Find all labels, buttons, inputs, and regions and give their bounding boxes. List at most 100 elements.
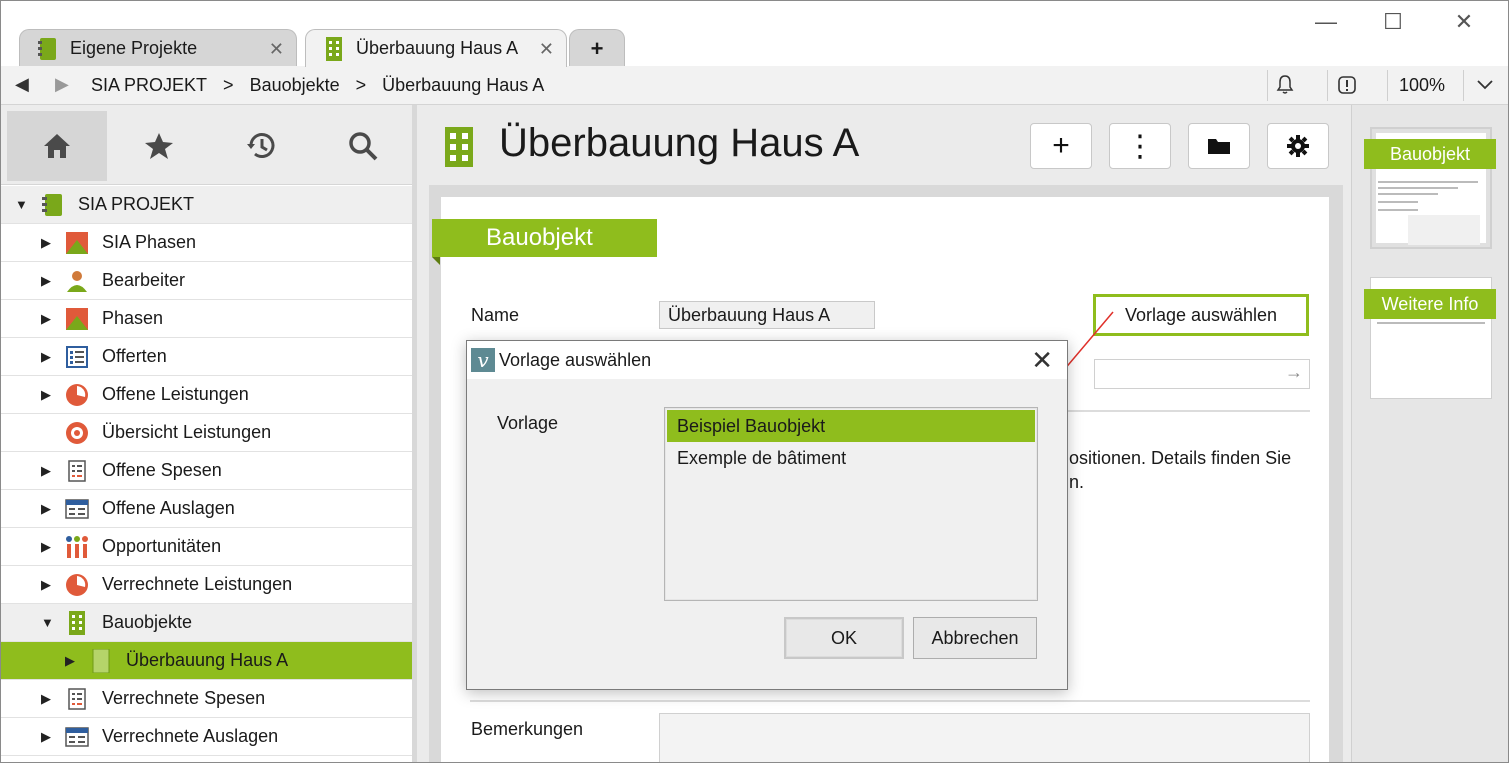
more-options-button[interactable]: ⋮ xyxy=(1109,123,1171,169)
caret-collapsed-icon[interactable]: ▶ xyxy=(41,691,51,707)
caret-expanded-icon[interactable]: ▼ xyxy=(41,615,54,630)
tree-item-phasen[interactable]: ▶ Phasen xyxy=(1,300,412,338)
sidebar: ▼ SIA PROJEKT ▶ SIA Phasen ▶ Bearbeiter … xyxy=(1,105,417,762)
caret-collapsed-icon[interactable]: ▶ xyxy=(41,311,51,327)
forward-button[interactable]: ▶ xyxy=(55,74,69,95)
remarks-label: Bemerkungen xyxy=(471,719,584,739)
new-tab-button[interactable]: + xyxy=(569,29,625,67)
tree-item-offerten[interactable]: ▶ Offerten xyxy=(1,338,412,376)
tree-item-verrechnete-spesen[interactable]: ▶ Verrechnete Spesen xyxy=(1,680,412,718)
ok-button[interactable]: OK xyxy=(784,617,904,659)
link-field[interactable]: → xyxy=(1094,359,1310,389)
alert-icon[interactable] xyxy=(1332,73,1362,97)
caret-collapsed-icon[interactable]: ▶ xyxy=(41,539,51,555)
close-window-button[interactable]: ✕ xyxy=(1444,9,1484,35)
thumb-line xyxy=(1378,193,1438,195)
caret-collapsed-icon[interactable]: ▶ xyxy=(41,273,51,289)
list-item[interactable]: Exemple de bâtiment xyxy=(667,442,1035,474)
thumb-line xyxy=(1378,181,1478,183)
tree-item-verrechnete-auslagen[interactable]: ▶ Verrechnete Auslagen xyxy=(1,718,412,756)
description-text: ositionen. Details finden Sie xyxy=(1069,448,1292,468)
caret-collapsed-icon[interactable]: ▶ xyxy=(41,387,51,403)
tree-label: Verrechnete Auslagen xyxy=(102,726,279,746)
name-field[interactable]: Überbauung Haus A xyxy=(659,301,875,329)
preview-panel: Bauobjekt Weitere Info xyxy=(1351,105,1508,762)
tree-item-sia-phasen[interactable]: ▶ SIA Phasen xyxy=(1,224,412,262)
tree-label: Offene Spesen xyxy=(102,460,222,480)
pie-chart-icon xyxy=(65,383,89,407)
minimize-button[interactable]: — xyxy=(1306,9,1346,35)
thumb-line xyxy=(1377,322,1485,324)
project-book-icon xyxy=(38,37,58,61)
caret-collapsed-icon[interactable]: ▶ xyxy=(65,653,75,669)
dialog-titlebar: v Vorlage auswählen ✕ xyxy=(467,341,1067,379)
back-button[interactable]: ◀ xyxy=(15,74,29,95)
search-icon xyxy=(349,132,378,161)
tree-item-bauobjekte[interactable]: ▼ Bauobjekte xyxy=(1,604,412,642)
app-logo-icon: v xyxy=(471,348,495,372)
tree-root-sia-projekt[interactable]: ▼ SIA PROJEKT xyxy=(1,186,412,224)
thumb-line xyxy=(1378,187,1458,189)
close-tab-icon[interactable]: ✕ xyxy=(539,39,554,60)
settings-button[interactable] xyxy=(1267,123,1329,169)
list-item[interactable]: Beispiel Bauobjekt xyxy=(667,410,1035,442)
tree-item-verrechnete-leistungen[interactable]: ▶ Verrechnete Leistungen xyxy=(1,566,412,604)
caret-collapsed-icon[interactable]: ▶ xyxy=(41,729,51,745)
tree-label: Opportunitäten xyxy=(102,536,222,556)
caret-collapsed-icon[interactable]: ▶ xyxy=(41,501,51,517)
search-tab[interactable] xyxy=(313,111,413,181)
caret-collapsed-icon[interactable]: ▶ xyxy=(41,577,51,593)
arrow-right-icon[interactable]: → xyxy=(1285,362,1303,383)
tree-label: Offerten xyxy=(102,346,167,366)
cancel-button[interactable]: Abbrechen xyxy=(913,617,1037,659)
favorites-tab[interactable] xyxy=(109,111,209,181)
caret-expanded-icon[interactable]: ▼ xyxy=(15,197,28,212)
building-icon xyxy=(89,648,113,673)
folder-button[interactable] xyxy=(1188,123,1250,169)
building-icon xyxy=(65,610,89,635)
sidebar-tabs xyxy=(1,105,412,185)
bell-icon[interactable] xyxy=(1270,73,1300,97)
tree-label: SIA PROJEKT xyxy=(78,194,195,214)
close-dialog-button[interactable]: ✕ xyxy=(1031,345,1053,376)
caret-collapsed-icon[interactable]: ▶ xyxy=(41,349,51,365)
chevron-down-icon[interactable] xyxy=(1470,73,1500,97)
invoice-icon xyxy=(65,497,89,521)
tree-label: SIA Phasen xyxy=(102,232,197,252)
tree-item-offene-auslagen[interactable]: ▶ Offene Auslagen xyxy=(1,490,412,528)
breadcrumb-item[interactable]: Überbauung Haus A xyxy=(382,75,544,96)
preview-label-bauobjekt[interactable]: Bauobjekt xyxy=(1364,139,1496,169)
history-tab[interactable] xyxy=(211,111,311,181)
template-listbox[interactable]: Beispiel Bauobjekt Exemple de bâtiment xyxy=(664,407,1038,601)
tree-item-opportunitaeten[interactable]: ▶ Opportunitäten xyxy=(1,528,412,566)
receipt-icon xyxy=(65,687,89,711)
select-template-button[interactable]: Vorlage auswählen xyxy=(1093,294,1309,336)
tree-item-offene-leistungen[interactable]: ▶ Offene Leistungen xyxy=(1,376,412,414)
home-tab[interactable] xyxy=(7,111,107,181)
breadcrumb-separator: > xyxy=(355,75,367,95)
home-icon xyxy=(44,134,70,158)
tab-ueberbauung-haus-a[interactable]: Überbauung Haus A ✕ xyxy=(305,29,567,67)
add-button[interactable]: + xyxy=(1030,123,1092,169)
zoom-level[interactable]: 100% xyxy=(1399,75,1445,96)
close-tab-icon[interactable]: ✕ xyxy=(269,39,284,60)
star-icon xyxy=(145,133,173,159)
caret-collapsed-icon[interactable]: ▶ xyxy=(41,463,51,479)
divider xyxy=(1463,70,1464,101)
maximize-button[interactable]: ☐ xyxy=(1373,9,1413,35)
select-template-dialog: v Vorlage auswählen ✕ Vorlage Beispiel B… xyxy=(466,340,1068,690)
tab-eigene-projekte[interactable]: Eigene Projekte ✕ xyxy=(19,29,297,67)
breadcrumb-item[interactable]: Bauobjekte xyxy=(250,75,340,96)
preview-label-weitere-info[interactable]: Weitere Info xyxy=(1364,289,1496,319)
people-group-icon xyxy=(65,535,89,559)
description-text: n. xyxy=(1069,472,1085,492)
caret-collapsed-icon[interactable]: ▶ xyxy=(41,235,51,251)
breadcrumb-item[interactable]: SIA PROJEKT xyxy=(91,75,207,96)
tab-label: Eigene Projekte xyxy=(70,38,198,58)
tree-item-ueberbauung-haus-a[interactable]: ▶ Überbauung Haus A xyxy=(1,642,412,680)
tree-item-uebersicht-leistungen[interactable]: Übersicht Leistungen xyxy=(1,414,412,452)
gear-icon xyxy=(1287,135,1309,157)
tree-item-offene-spesen[interactable]: ▶ Offene Spesen xyxy=(1,452,412,490)
remarks-field[interactable] xyxy=(659,713,1310,762)
tree-item-bearbeiter[interactable]: ▶ Bearbeiter xyxy=(1,262,412,300)
